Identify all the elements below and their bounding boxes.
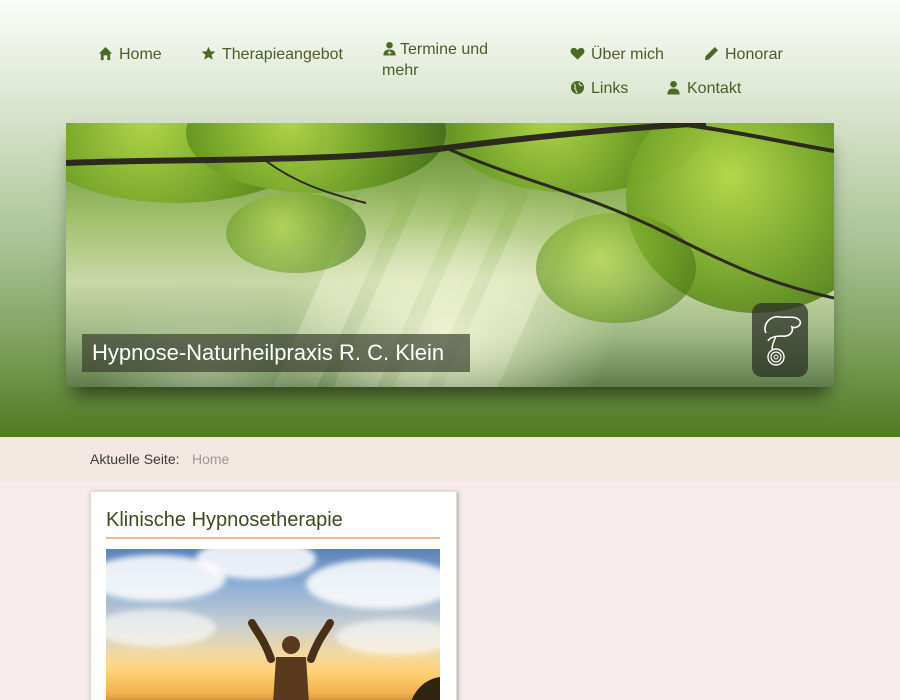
home-icon [98,46,113,62]
nav-label: Links [591,80,629,97]
globe-icon [570,80,585,96]
card-title: Klinische Hypnosetherapie [106,509,343,531]
breadcrumb-home-link[interactable]: Home [192,451,229,467]
nav-item-honorar[interactable]: Honorar [704,44,783,65]
nav-item-links[interactable]: Links [570,78,628,99]
nav-item-kontakt[interactable]: Kontakt [666,78,741,99]
nav-item-ueber-mich[interactable]: Über mich [570,44,664,65]
breadcrumb: Aktuelle Seite: Home [0,437,900,481]
user-md-icon [382,41,397,57]
nav-item-termine[interactable]: Termine und mehr [382,39,512,81]
practice-logo[interactable] [752,303,808,377]
nav-label: Kontakt [687,80,742,97]
title-divider [106,537,440,539]
star-icon [201,46,216,62]
nav-label: Termine und mehr [382,41,489,79]
hypnosis-spiral-icon [764,315,802,366]
site-header: Home Therapieangebot Termine und mehr Üb… [0,0,900,437]
user-icon [666,80,681,96]
nav-label: Therapieangebot [222,46,343,63]
nav-label: Home [119,46,162,63]
nav-item-home[interactable]: Home [98,44,162,65]
site-title: Hypnose-Naturheilpraxis R. C. Klein [82,334,471,372]
pencil-icon [704,46,719,62]
nav-label: Honorar [725,46,783,63]
breadcrumb-label: Aktuelle Seite: [90,451,180,467]
nav-item-therapieangebot[interactable]: Therapieangebot [201,44,343,65]
content-card: Klinische Hypnosetherapie [90,491,457,700]
nav-label: Über mich [591,46,664,63]
sunset-person-image [106,549,440,700]
header-banner: Hypnose-Naturheilpraxis R. C. Klein [66,123,834,387]
heart-icon [570,46,585,62]
